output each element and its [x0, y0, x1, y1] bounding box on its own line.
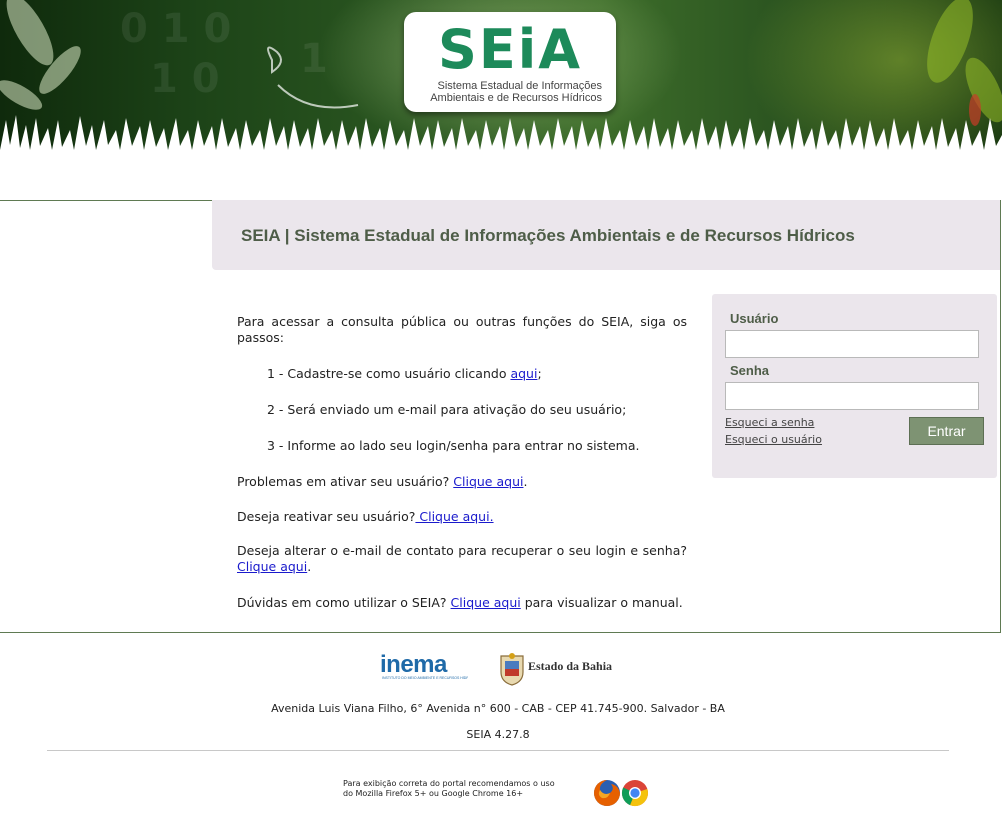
activation-problem-link[interactable]: Clique aqui [453, 474, 523, 489]
seia-logo-subtitle: Sistema Estadual de Informações Ambienta… [422, 80, 602, 104]
change-email-end: . [307, 559, 312, 574]
seia-logo: SEiA Sistema Estadual de Informações Amb… [404, 12, 616, 112]
manual-end: para visualizar o manual. [520, 595, 683, 610]
reactivate-text: Deseja reativar seu usuário? Clique aqui… [237, 509, 687, 525]
logo-subtitle-line1: Sistema Estadual de Informações [437, 80, 602, 92]
step-2: 2 - Será enviado um e-mail para ativação… [267, 402, 627, 417]
title-bar: SEIA | Sistema Estadual de Informações A… [212, 200, 1000, 270]
step-1-end: ; [537, 366, 542, 381]
bahia-seal-icon [500, 653, 524, 686]
browser-note-line2: do Mozilla Firefox 5+ ou Google Chrome 1… [343, 789, 524, 798]
footer-address: Avenida Luis Viana Filho, 6° Avenida n° … [271, 702, 725, 715]
forgot-username-link[interactable]: Esqueci o usuário [725, 433, 822, 446]
chrome-icon [621, 780, 648, 807]
username-input[interactable] [725, 330, 979, 358]
step-1-text: 1 - Cadastre-se como usuário clicando [267, 366, 511, 381]
browser-recommendation: Para exibição correta do portal recomend… [343, 779, 593, 799]
login-panel: Usuário Senha Esqueci a senha Esqueci o … [712, 294, 997, 478]
svg-text:1: 1 [300, 36, 328, 82]
password-input[interactable] [725, 382, 979, 410]
login-submit-button[interactable]: Entrar [909, 417, 984, 445]
register-link[interactable]: aqui [510, 366, 537, 381]
step-1: 1 - Cadastre-se como usuário clicando aq… [267, 366, 687, 382]
svg-text:0 1 0: 0 1 0 [120, 6, 231, 52]
bahia-logo-text: Estado da Bahia [528, 659, 613, 673]
activation-problem-end: . [523, 474, 528, 489]
reactivate-link[interactable]: Clique aqui. [415, 509, 493, 524]
footer-divider [47, 750, 949, 751]
change-email-label: Deseja alterar o e-mail de contato para … [237, 543, 687, 558]
manual-label: Dúvidas em como utilizar o SEIA? [237, 595, 451, 610]
password-label: Senha [730, 363, 770, 378]
svg-text:1 0: 1 0 [150, 56, 220, 102]
username-label: Usuário [730, 311, 779, 326]
browser-note-line1: Para exibição correta do portal recomend… [343, 779, 555, 788]
inema-logo-tagline: INSTITUTO DO MEIO AMBIENTE E RECURSOS HÍ… [382, 676, 468, 680]
manual-link[interactable]: Clique aqui [451, 595, 521, 610]
page-title: SEIA | Sistema Estadual de Informações A… [241, 226, 855, 245]
change-email-link[interactable]: Clique aqui [237, 559, 307, 574]
reactivate-label: Deseja reativar seu usuário? [237, 509, 416, 524]
header-banner: 0 1 0 1 0 1 SEiA Sistema Estadual de Inf… [0, 0, 1002, 160]
firefox-icon [594, 780, 620, 806]
activation-problem-text: Problemas em ativar seu usuário? Clique … [237, 474, 687, 490]
change-email-text: Deseja alterar o e-mail de contato para … [237, 543, 687, 575]
seia-logo-word: SEiA [437, 18, 583, 81]
app-version: SEIA 4.27.8 [466, 728, 530, 741]
step-3: 3 - Informe ao lado seu login/senha para… [267, 438, 640, 453]
intro-text: Para acessar a consulta pública ou outra… [237, 314, 687, 345]
forgot-password-link[interactable]: Esqueci a senha [725, 416, 814, 429]
logo-subtitle-line2: Ambientais e de Recursos Hídricos [430, 92, 602, 104]
footer-logos: inema INSTITUTO DO MEIO AMBIENTE E RECUR… [380, 650, 620, 690]
activation-problem-label: Problemas em ativar seu usuário? [237, 474, 454, 489]
manual-text: Dúvidas em como utilizar o SEIA? Clique … [237, 595, 687, 611]
